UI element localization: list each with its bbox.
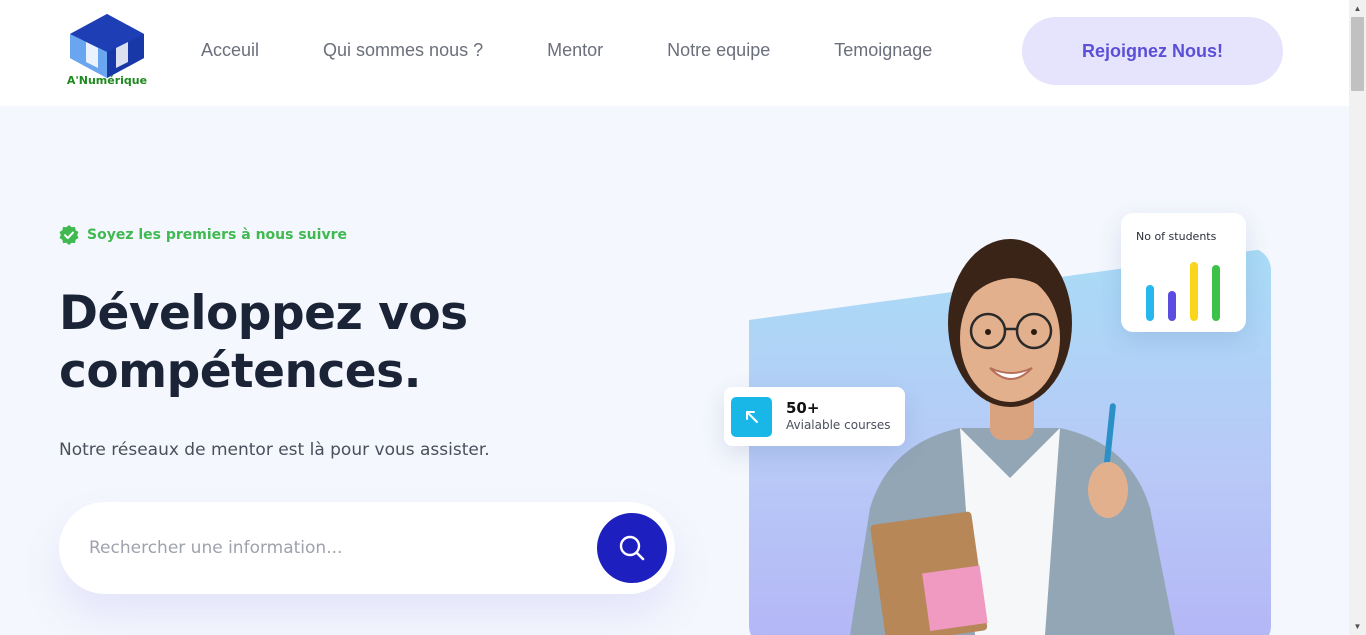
nav-item-notre-equipe[interactable]: Notre equipe bbox=[667, 40, 770, 61]
search-bar bbox=[59, 502, 675, 594]
courses-label: Avialable courses bbox=[786, 418, 891, 432]
hero-subtitle: Notre réseaux de mentor est là pour vous… bbox=[59, 440, 490, 460]
verified-check-icon bbox=[59, 225, 79, 245]
scroll-thumb[interactable] bbox=[1351, 17, 1364, 91]
students-bar-2 bbox=[1168, 291, 1176, 321]
courses-count: 50+ bbox=[786, 399, 820, 417]
arrow-up-left-icon bbox=[745, 411, 758, 423]
students-bar-chart bbox=[1143, 249, 1233, 321]
nav-item-acceuil[interactable]: Acceuil bbox=[201, 40, 259, 61]
nav-item-temoignage[interactable]: Temoignage bbox=[834, 40, 932, 61]
students-bar-3 bbox=[1190, 262, 1198, 321]
join-button[interactable]: Rejoignez Nous! bbox=[1022, 17, 1283, 85]
brand-logo[interactable]: A'Numérique bbox=[64, 12, 150, 92]
hero-title-line2: compétences. bbox=[59, 344, 422, 399]
search-button[interactable] bbox=[597, 513, 667, 583]
courses-stat-card: 50+ Avialable courses bbox=[724, 387, 905, 446]
hero-badge-text: Soyez les premiers à nous suivre bbox=[87, 227, 347, 243]
scroll-up-arrow-icon[interactable]: ▲ bbox=[1349, 0, 1366, 17]
logo-label: A'Numérique bbox=[66, 74, 148, 87]
search-input[interactable] bbox=[89, 528, 589, 568]
students-stat-card: No of students bbox=[1121, 213, 1246, 332]
page-scrollbar[interactable]: ▲ ▼ bbox=[1349, 0, 1366, 635]
logo-cube-icon bbox=[70, 14, 144, 78]
students-card-title: No of students bbox=[1136, 230, 1217, 243]
main-nav: Acceuil Qui sommes nous ? Mentor Notre e… bbox=[201, 40, 932, 61]
courses-icon bbox=[731, 397, 772, 437]
nav-item-qui-sommes-nous[interactable]: Qui sommes nous ? bbox=[323, 40, 483, 61]
hero-title-line1: Développez vos bbox=[59, 286, 468, 341]
students-bar-1 bbox=[1146, 285, 1154, 321]
site-header: A'Numérique Acceuil Qui sommes nous ? Me… bbox=[0, 0, 1349, 106]
nav-item-mentor[interactable]: Mentor bbox=[547, 40, 603, 61]
hero-title: Développez vos compétences. bbox=[59, 285, 579, 401]
scroll-down-arrow-icon[interactable]: ▼ bbox=[1349, 618, 1366, 635]
students-bar-4 bbox=[1212, 265, 1220, 321]
hero-badge: Soyez les premiers à nous suivre bbox=[59, 225, 347, 245]
search-icon bbox=[619, 535, 645, 561]
